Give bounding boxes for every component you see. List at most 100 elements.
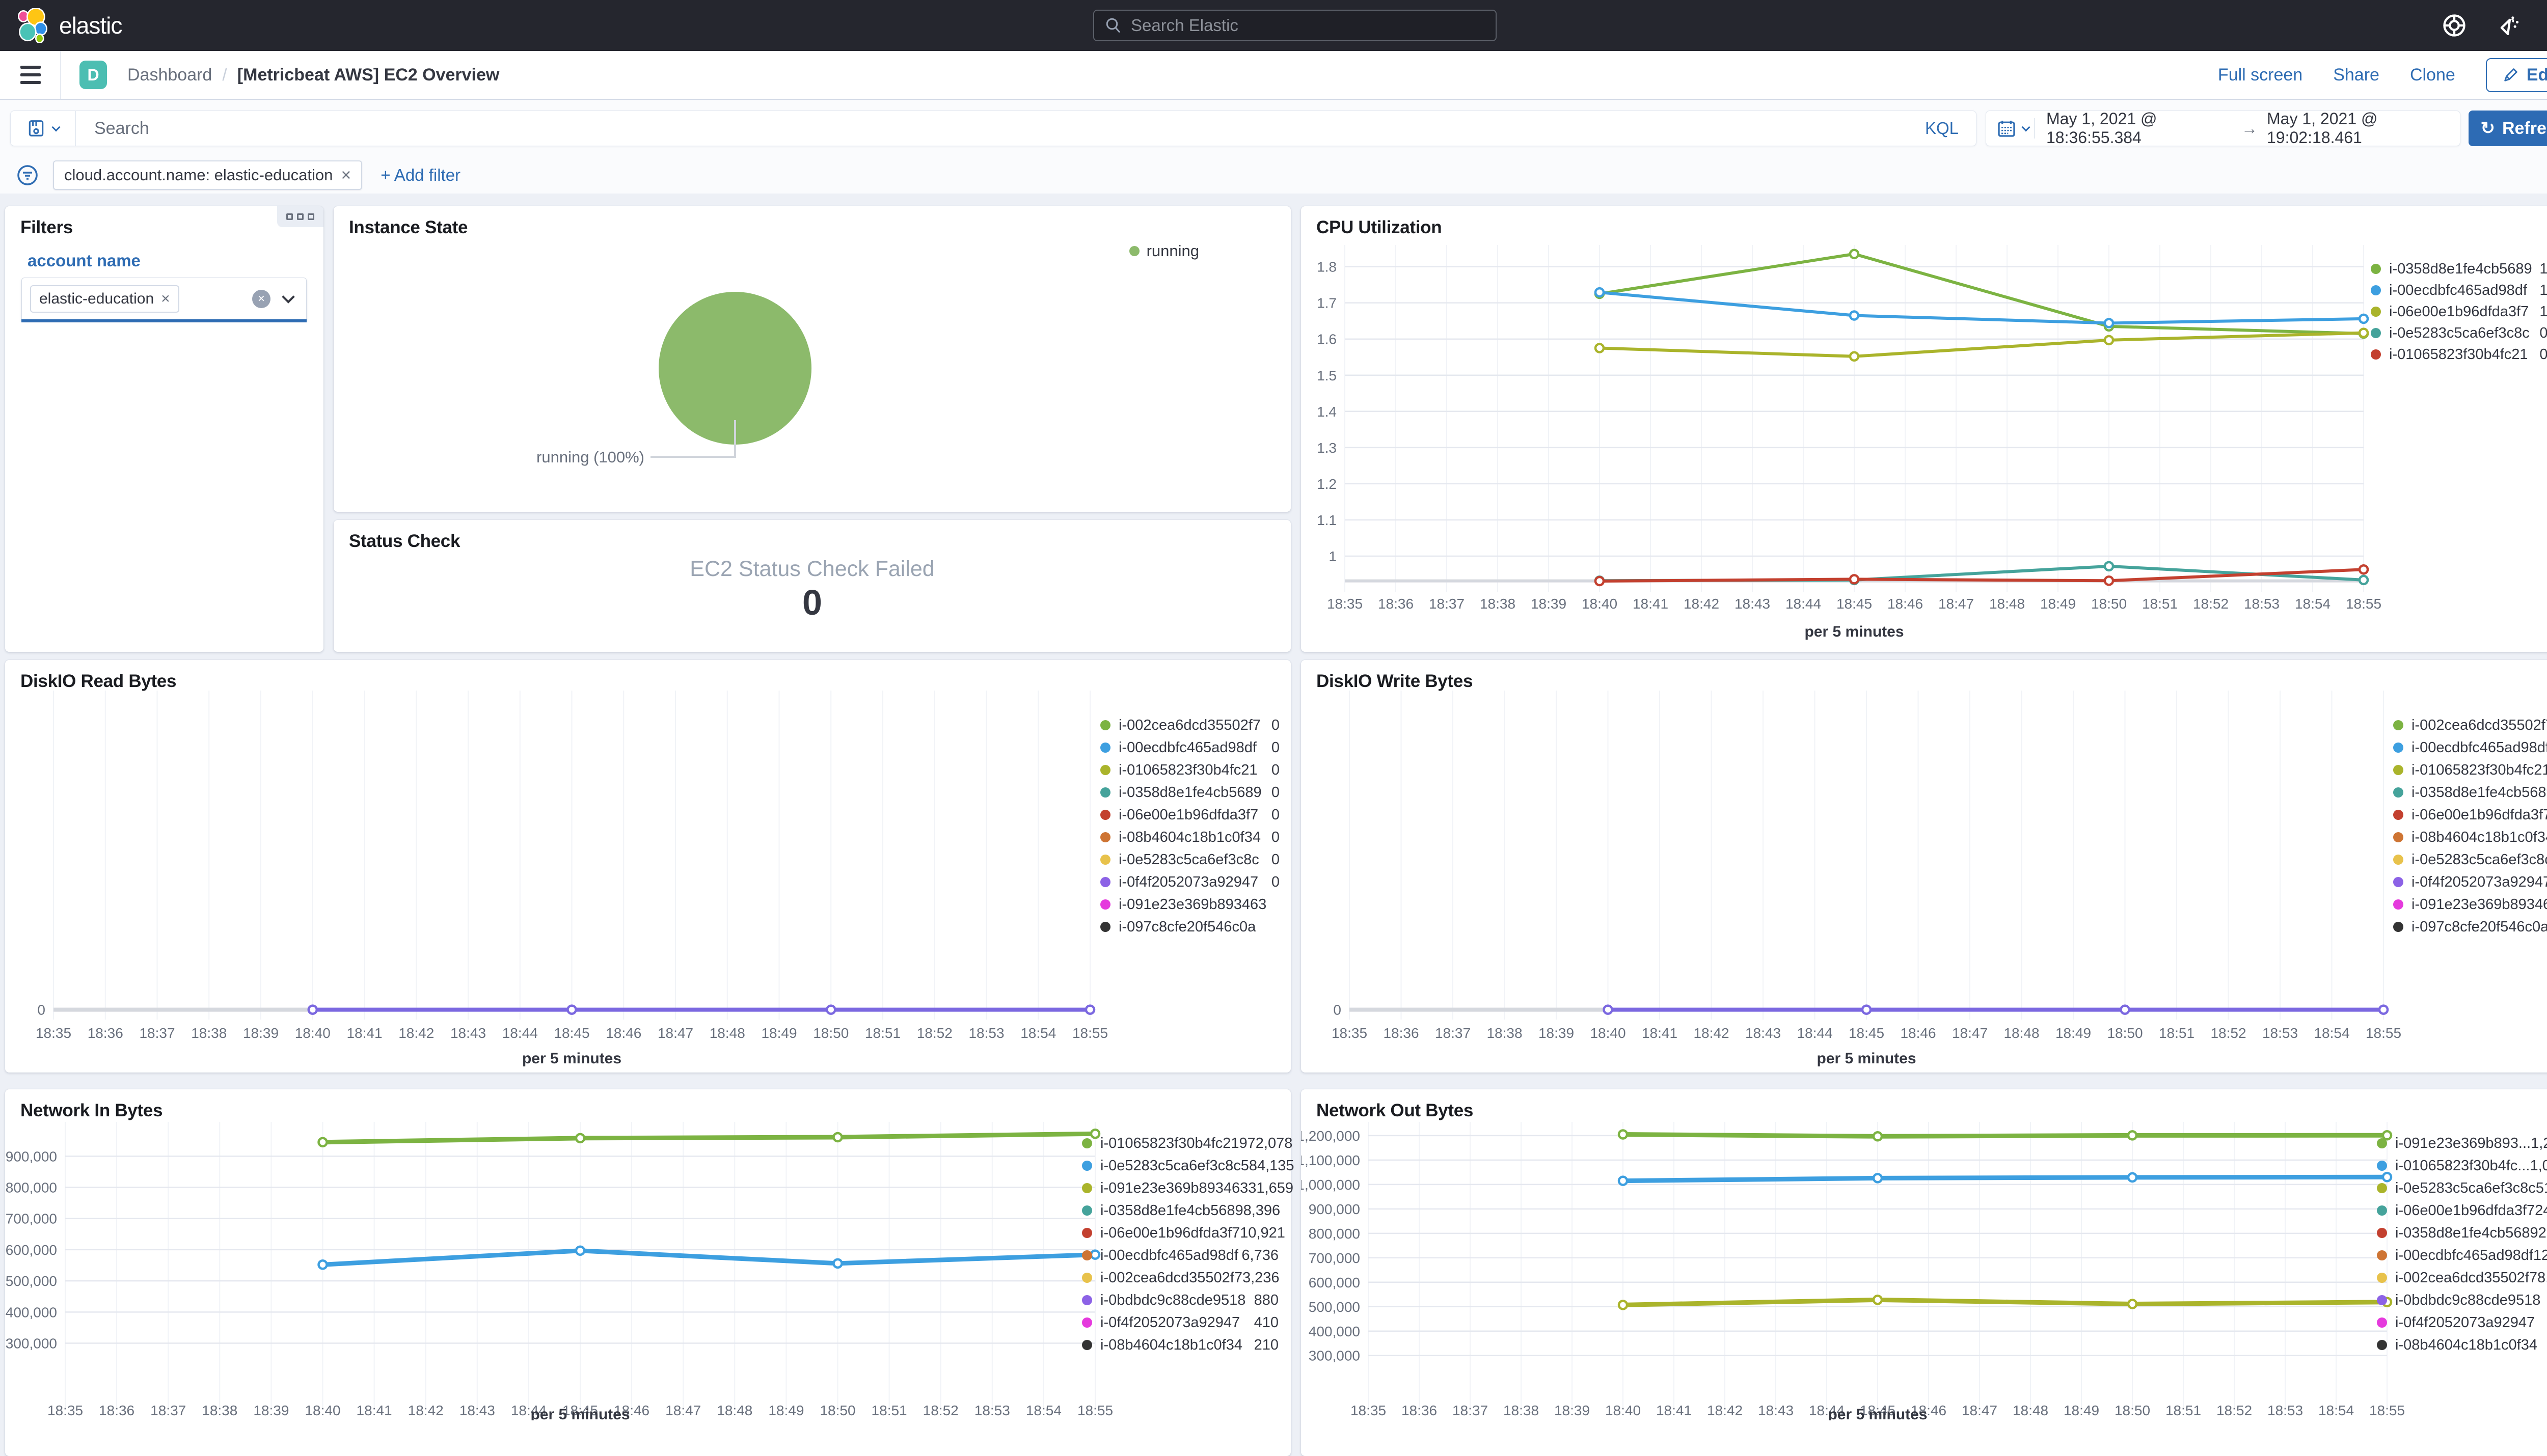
legend-item[interactable]: i-002cea6dcd35502f7 3,236 (1082, 1267, 1280, 1289)
legend-item[interactable]: i-01065823f30b4fc...1,030,384 (2377, 1155, 2547, 1177)
legend-item[interactable]: i-01065823f30b4fc210 (1100, 759, 1280, 781)
x-axis-tick: 18:42 (1693, 1025, 1729, 1041)
logo-text: elastic (59, 12, 122, 39)
legend-item[interactable]: i-091e23e369b893...1,201,252 (2377, 1132, 2547, 1155)
legend-item[interactable]: i-08b4604c18b1c0f34 210 (1082, 1334, 1279, 1356)
edit-button[interactable]: Edit (2485, 58, 2547, 92)
account-name-filter-label[interactable]: account name (28, 251, 141, 270)
legend-item[interactable]: i-002cea6dcd35502f78,779 (2377, 1267, 2547, 1289)
cpu-utilization-chart[interactable]: 1 1.1 1.2 1.3 1.4 1.5 1.6 1.7 1.8 18:35 18:36 18:37… (1301, 206, 2547, 657)
legend-item[interactable]: i-06e00e1b96dfda3f70 (2393, 804, 2547, 826)
x-axis-tick: 18:42 (408, 1403, 444, 1418)
legend-item[interactable]: i-06e00e1b96dfda3f70 (1100, 804, 1280, 826)
filter-pill-cloud-account[interactable]: cloud.account.name: elastic-education × (53, 160, 363, 190)
legend-item[interactable]: i-0f4f2052073a92947208 (2377, 1311, 2547, 1334)
legend-item[interactable]: i-0e5283c5ca6ef3c8c 0.934 (2371, 322, 2547, 344)
legend-label: i-0e5283c5ca6ef3c8c (2395, 1179, 2536, 1196)
legend-item[interactable]: i-0f4f2052073a929470 (2393, 871, 2547, 893)
date-from[interactable]: May 1, 2021 @ 18:36:55.384 (2046, 109, 2232, 147)
selected-option-pill[interactable]: elastic-education × (30, 285, 179, 313)
legend-dot (1082, 1161, 1092, 1171)
diskio-write-chart[interactable]: 0 18:35 18:36 18:37 18:38 18:39 18:40 18:41 18:4… (1301, 660, 2547, 1075)
x-axis-tick: 18:48 (2013, 1403, 2048, 1418)
filter-options-icon[interactable] (15, 163, 40, 187)
legend-item[interactable]: i-0bdbdc9c88cde9518589 (2377, 1289, 2547, 1311)
legend-item[interactable]: i-01065823f30b4fc21 972,078 (1082, 1132, 1292, 1155)
x-axis-tick: 18:49 (2055, 1025, 2091, 1041)
legend-value: 0 (1271, 873, 1280, 890)
legend-item[interactable]: i-0358d8e1fe4cb568922,498 (2377, 1222, 2547, 1244)
legend-item[interactable]: i-0f4f2052073a929470 (1100, 871, 1280, 893)
legend-item[interactable]: i-091e23e369b893463 31,659 (1082, 1177, 1293, 1199)
legend-item[interactable]: i-08b4604c18b1c0f340 (2393, 826, 2547, 848)
full-screen-link[interactable]: Full screen (2218, 65, 2302, 85)
legend-item[interactable]: i-091e23e369b893463 (2393, 893, 2547, 916)
help-icon[interactable] (2441, 12, 2468, 39)
legend-label: i-097c8cfe20f546c0a (1119, 918, 1256, 935)
legend-item[interactable]: i-00ecdbfc465ad98df 1.656 (2371, 280, 2547, 301)
legend-item[interactable]: i-0358d8e1fe4cb56890 (1100, 781, 1280, 804)
chevron-down-icon[interactable] (282, 290, 295, 304)
remove-option-icon[interactable]: × (161, 290, 170, 308)
network-out-chart[interactable]: 300,000 400,000 500,000 600,000 700,000 800,0… (1296, 1089, 2547, 1423)
kql-toggle[interactable]: KQL (1925, 119, 1959, 138)
y-axis-tick: 400,000 (6, 1304, 57, 1320)
add-filter-link[interactable]: + Add filter (381, 166, 460, 185)
share-link[interactable]: Share (2333, 65, 2379, 85)
breadcrumb-dashboard[interactable]: Dashboard (127, 65, 212, 85)
legend-item[interactable]: i-097c8cfe20f546c0a (2393, 916, 2547, 938)
legend-item[interactable]: i-0e5283c5ca6ef3c8c 584,135 (1082, 1155, 1294, 1177)
legend-item[interactable]: i-0358d8e1fe4cb5689 8,396 (1082, 1199, 1280, 1222)
remove-filter-icon[interactable]: × (341, 166, 351, 185)
saved-query-menu[interactable] (11, 111, 76, 146)
clear-selection-icon[interactable]: × (252, 290, 270, 308)
legend-dot (2377, 1205, 2387, 1216)
legend-item[interactable]: i-0e5283c5ca6ef3c8c0 (2393, 848, 2547, 871)
legend-label: i-0f4f2052073a92947 (2395, 1314, 2535, 1331)
menu-icon[interactable] (20, 66, 41, 84)
panel-options-icon[interactable] (277, 206, 323, 227)
legend-item[interactable]: i-00ecdbfc465ad98df0 (1100, 736, 1280, 759)
legend-item[interactable]: i-06e00e1b96dfda3f7 1.617 (2371, 301, 2547, 322)
global-search-input[interactable]: Search Elastic (1093, 10, 1497, 41)
account-name-combobox[interactable]: elastic-education × × (21, 278, 307, 320)
x-axis-tick: 18:45 (554, 1025, 589, 1041)
y-axis-tick: 1.1 (1317, 512, 1337, 528)
legend-item[interactable]: i-08b4604c18b1c0f34196 (2377, 1334, 2547, 1356)
legend-item[interactable]: i-01065823f30b4fc21 0.963 (2371, 344, 2547, 365)
elastic-logo[interactable]: elastic (15, 8, 122, 43)
newsfeed-icon[interactable] (2494, 12, 2521, 39)
legend-item[interactable]: i-002cea6dcd35502f70 (2393, 714, 2547, 736)
x-axis-tick: 18:42 (398, 1025, 434, 1041)
query-input[interactable]: Search KQL (10, 111, 1976, 146)
legend-item[interactable]: i-00ecdbfc465ad98df12,176 (2377, 1244, 2547, 1267)
y-axis-tick: 0 (37, 1002, 45, 1018)
date-to[interactable]: May 1, 2021 @ 19:02:18.461 (2267, 109, 2453, 147)
legend-item[interactable]: i-0bdbdc9c88cde9518 880 (1082, 1289, 1279, 1311)
legend-item[interactable]: i-0358d8e1fe4cb5689 1.615 (2371, 258, 2547, 280)
legend-item[interactable]: i-091e23e369b893463 (1100, 893, 1280, 916)
legend-item[interactable]: i-06e00e1b96dfda3f724,685 (2377, 1199, 2547, 1222)
x-axis-tick: 18:49 (761, 1025, 797, 1041)
panel-filters: Filters account name elastic-education ×… (5, 206, 323, 652)
y-axis-tick: 1.5 (1317, 368, 1337, 383)
legend-item[interactable]: i-0e5283c5ca6ef3c8c518,769 (2377, 1177, 2547, 1199)
y-axis-tick: 1.4 (1317, 404, 1337, 420)
refresh-button[interactable]: ↻ Refresh (2469, 111, 2547, 146)
legend-item[interactable]: i-00ecdbfc465ad98df0 (2393, 736, 2547, 759)
legend-item[interactable]: i-0e5283c5ca6ef3c8c0 (1100, 848, 1280, 871)
legend-item[interactable]: i-06e00e1b96dfda3f7 10,921 (1082, 1222, 1285, 1244)
legend-item[interactable]: i-01065823f30b4fc210 (2393, 759, 2547, 781)
diskio-read-chart[interactable]: 0 18:35 18:36 18:37 18:38 18:39 18:40 18:41 18:4… (5, 660, 1291, 1075)
legend-item[interactable]: i-08b4604c18b1c0f340 (1100, 826, 1280, 848)
legend-item[interactable]: i-0358d8e1fe4cb56890 (2393, 781, 2547, 804)
legend-item[interactable]: i-002cea6dcd35502f70 (1100, 714, 1280, 736)
dashboard-app-badge[interactable]: D (79, 61, 107, 89)
date-picker[interactable]: May 1, 2021 @ 18:36:55.384 → May 1, 2021… (1986, 109, 2460, 147)
clone-link[interactable]: Clone (2410, 65, 2455, 85)
legend-item[interactable]: i-097c8cfe20f546c0a (1100, 916, 1280, 938)
instance-state-pie-chart[interactable]: running (100%) (334, 206, 1291, 514)
y-axis-tick: 300,000 (6, 1336, 57, 1352)
legend-item[interactable]: i-0f4f2052073a92947 410 (1082, 1311, 1279, 1334)
legend-item[interactable]: i-00ecdbfc465ad98df 6,736 (1082, 1244, 1279, 1267)
